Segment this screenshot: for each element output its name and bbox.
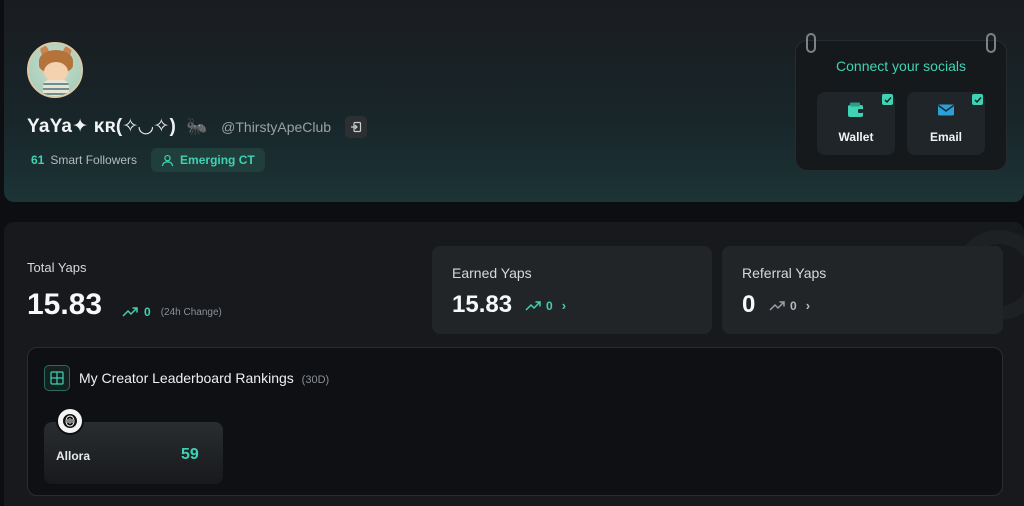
ant-icon: 🐜	[185, 116, 208, 136]
yaps-stats-section: Total Yaps 15.83 0 (24h Change) Earned Y…	[4, 222, 1024, 506]
wallet-icon	[848, 102, 863, 117]
earned-yaps-value: 15.83	[452, 291, 513, 318]
chevron-right-icon[interactable]: ›	[562, 298, 566, 313]
connect-email-button[interactable]: Email	[907, 92, 985, 155]
leaderboard-icon	[44, 365, 70, 391]
user-handle[interactable]: @ThirstyApeClub	[221, 119, 331, 135]
external-link-button[interactable]	[345, 115, 368, 138]
earned-yaps-change: 0 ›	[525, 298, 566, 313]
trend-up-icon	[769, 300, 785, 311]
tier-badge: Emerging CT	[151, 148, 265, 172]
user-icon	[161, 154, 174, 166]
login-icon	[351, 121, 362, 132]
email-label: Email	[929, 130, 962, 144]
referral-yaps-change-value: 0	[790, 298, 797, 313]
binder-ring-left	[806, 33, 816, 53]
avatar[interactable]	[27, 42, 83, 98]
total-yaps-change: 0 (24h Change)	[122, 305, 222, 319]
leaderboard-title: My Creator Leaderboard Rankings (30D)	[79, 370, 329, 386]
smart-followers-label: Smart Followers	[50, 153, 138, 167]
referral-yaps-value: 0	[742, 291, 756, 318]
email-icon	[938, 104, 954, 116]
total-yaps-change-note: (24h Change)	[160, 306, 222, 318]
leaderboard-title-text: My Creator Leaderboard Rankings	[79, 370, 294, 386]
project-name: Allora	[56, 449, 91, 463]
binder-ring-right	[986, 33, 996, 53]
earned-yaps-card[interactable]: Earned Yaps 15.83 0 ›	[432, 246, 712, 334]
wallet-connected-check-icon	[882, 94, 893, 105]
total-yaps-value: 15.83	[27, 288, 103, 321]
display-name: YaYa✦ ᴋʀ(✧◡✧)	[27, 116, 176, 137]
earned-yaps-change-value: 0	[546, 298, 553, 313]
referral-yaps-change: 0 ›	[769, 298, 810, 313]
creator-leaderboard-panel: My Creator Leaderboard Rankings (30D) Al…	[27, 347, 1003, 496]
referral-yaps-label: Referral Yaps	[742, 265, 827, 281]
trend-up-icon	[525, 300, 541, 311]
total-yaps-label: Total Yaps	[27, 260, 87, 275]
profile-name-row: YaYa✦ ᴋʀ(✧◡✧) 🐜 @ThirstyApeClub	[27, 115, 368, 138]
connect-socials-title: Connect your socials	[836, 58, 966, 74]
profile-header: YaYa✦ ᴋʀ(✧◡✧) 🐜 @ThirstyApeClub 61 Smart…	[4, 0, 1024, 202]
earned-yaps-label: Earned Yaps	[452, 265, 532, 281]
tier-badge-label: Emerging CT	[180, 153, 255, 167]
referral-yaps-card[interactable]: Referral Yaps 0 0 ›	[722, 246, 1003, 334]
connect-socials-card: Connect your socials Wallet Email	[795, 33, 1007, 171]
trend-up-icon	[122, 307, 138, 317]
total-yaps-change-value: 0	[144, 305, 151, 319]
leaderboard-range: (30D)	[301, 374, 330, 386]
project-rank: 59	[181, 446, 199, 463]
chevron-right-icon[interactable]: ›	[806, 298, 810, 313]
connect-wallet-button[interactable]: Wallet	[817, 92, 895, 155]
smart-followers-count: 61	[31, 153, 45, 167]
followers-row: 61 Smart Followers Emerging CT	[31, 148, 265, 172]
email-connected-check-icon	[972, 94, 983, 105]
wallet-label: Wallet	[838, 130, 874, 144]
allora-logo-icon	[56, 407, 84, 435]
